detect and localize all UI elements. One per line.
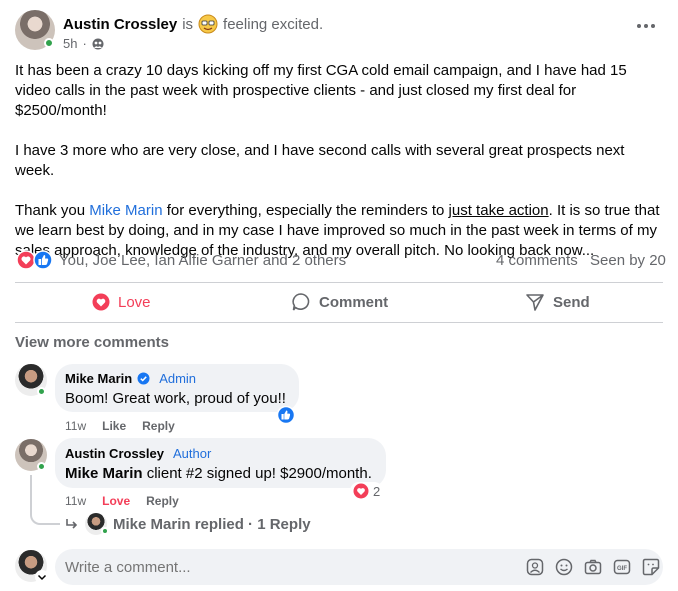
comment-composer: GIF bbox=[55, 549, 663, 585]
admin-badge: Admin bbox=[159, 371, 197, 386]
camera-icon[interactable] bbox=[583, 557, 603, 577]
send-label: Send bbox=[553, 293, 590, 311]
comment-label: Comment bbox=[319, 293, 389, 311]
more-options-icon[interactable] bbox=[634, 16, 658, 36]
comment-author-name[interactable]: Austin Crossley bbox=[65, 446, 164, 461]
avatar-dropdown-chevron-icon[interactable] bbox=[35, 570, 49, 584]
replied-text: Mike Marin replied · 1 Reply bbox=[113, 515, 311, 533]
just-take-action-link[interactable]: just take action bbox=[449, 202, 549, 219]
online-status-dot bbox=[101, 527, 109, 535]
comment-mention[interactable]: Mike Marin bbox=[65, 465, 143, 482]
verified-badge-icon bbox=[137, 372, 150, 385]
feeling-excited-icon bbox=[198, 14, 218, 34]
thread-line bbox=[30, 475, 60, 525]
post-is-word: is bbox=[182, 15, 194, 33]
seen-by[interactable]: Seen by 20 bbox=[590, 252, 666, 269]
post-meta: 5h · bbox=[63, 36, 104, 51]
comment-button[interactable]: Comment bbox=[291, 292, 388, 312]
post-paragraph-1: It has been a crazy 10 days kicking off … bbox=[15, 62, 627, 119]
gif-icon[interactable]: GIF bbox=[612, 557, 632, 577]
love-label: Love bbox=[118, 293, 151, 311]
divider-top bbox=[15, 282, 663, 283]
love-heart-icon bbox=[92, 293, 110, 311]
comment-text: Mike Marin client #2 signed up! $2900/mo… bbox=[65, 465, 372, 482]
view-more-comments[interactable]: View more comments bbox=[15, 334, 169, 351]
comment-time[interactable]: 11w bbox=[65, 419, 86, 433]
sticker-icon[interactable] bbox=[641, 557, 661, 577]
reaction-icons[interactable] bbox=[16, 250, 56, 270]
comment-love-button[interactable]: Love bbox=[102, 494, 130, 508]
comment-bubble-icon bbox=[291, 292, 311, 312]
comment-1-meta: 11w Like Reply bbox=[65, 419, 175, 433]
comment-like-reaction-icon[interactable] bbox=[276, 405, 296, 425]
post-time[interactable]: 5h bbox=[63, 36, 77, 51]
comment-bubble-1: Mike Marin Admin Boom! Great work, proud… bbox=[55, 364, 299, 412]
post-feeling-text: feeling excited. bbox=[223, 15, 324, 33]
comment-bubble-2: Austin Crossley Author Mike Marin client… bbox=[55, 438, 386, 488]
reply-arrow-icon bbox=[65, 517, 79, 531]
send-button[interactable]: Send bbox=[525, 292, 590, 312]
online-status-dot bbox=[44, 38, 54, 48]
post-body: It has been a crazy 10 days kicking off … bbox=[15, 61, 665, 261]
comment-author-name[interactable]: Mike Marin bbox=[65, 371, 132, 386]
send-icon bbox=[525, 292, 545, 312]
audience-group-icon bbox=[92, 38, 104, 50]
online-status-dot bbox=[37, 387, 46, 396]
avatar-sticker-icon[interactable] bbox=[525, 557, 545, 577]
comment-time[interactable]: 11w bbox=[65, 494, 86, 508]
online-status-dot bbox=[37, 462, 46, 471]
comment-reply-button[interactable]: Reply bbox=[142, 419, 175, 433]
divider-bottom bbox=[15, 322, 663, 323]
comment-reply-button[interactable]: Reply bbox=[146, 494, 179, 508]
comment-text: Boom! Great work, proud of you!! bbox=[65, 390, 286, 407]
comment-2-meta: 11w Love Reply bbox=[65, 494, 179, 508]
comment-like-button[interactable]: Like bbox=[102, 419, 126, 433]
svg-text:GIF: GIF bbox=[617, 566, 627, 572]
write-comment-input[interactable] bbox=[65, 549, 515, 585]
post-header-line: Austin Crossley is feeling excited. bbox=[63, 14, 323, 34]
emoji-icon[interactable] bbox=[554, 557, 574, 577]
love-reaction-icon bbox=[353, 483, 369, 499]
post-paragraph-2: I have 3 more who are very close, and I … bbox=[15, 142, 625, 179]
love-button[interactable]: Love bbox=[92, 292, 151, 312]
mention-mike-marin[interactable]: Mike Marin bbox=[89, 202, 162, 219]
reactions-summary[interactable]: You, Joe Lee, Ian Alfie Garner and 2 oth… bbox=[59, 252, 346, 269]
author-badge: Author bbox=[172, 446, 212, 461]
comment-reaction-count[interactable]: 2 bbox=[350, 482, 384, 500]
post-author-name[interactable]: Austin Crossley bbox=[63, 16, 177, 33]
comments-count[interactable]: 4 comments bbox=[496, 252, 578, 269]
